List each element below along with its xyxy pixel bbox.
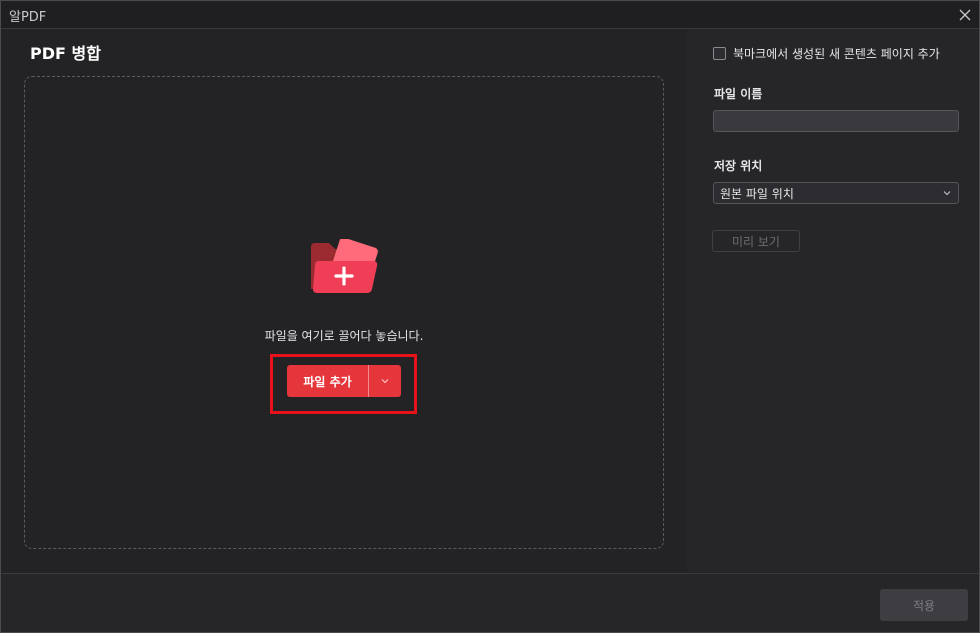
app-title: 알PDF: [9, 10, 47, 25]
preview-button[interactable]: 미리 보기: [712, 230, 800, 252]
bookmark-label: 북마크에서 생성된 새 콘텐츠 페이지 추가: [733, 47, 940, 61]
file-area: PDF 병합 파일을 여기로 끌어다 놓습니다. 파일 추가: [1, 29, 687, 573]
folder-add-icon: [311, 239, 378, 293]
close-icon: [959, 9, 971, 21]
options-panel: 북마크에서 생성된 새 콘텐츠 페이지 추가 파일 이름 저장 위치 원본 파일…: [687, 29, 979, 573]
chevron-down-icon: [943, 191, 951, 196]
bookmark-checkbox[interactable]: [713, 47, 726, 60]
chevron-down-icon: [381, 379, 389, 384]
save-location-label: 저장 위치: [714, 159, 763, 173]
add-file-dropdown-button[interactable]: [369, 365, 401, 397]
apply-button[interactable]: 적용: [880, 589, 968, 621]
save-location-value: 원본 파일 위치: [720, 186, 794, 201]
page-title: PDF 병합: [30, 44, 101, 63]
filename-input[interactable]: [713, 110, 959, 132]
file-drop-zone[interactable]: 파일을 여기로 끌어다 놓습니다. 파일 추가: [24, 76, 664, 549]
drop-instruction: 파일을 여기로 끌어다 놓습니다.: [264, 329, 424, 343]
filename-label: 파일 이름: [714, 87, 763, 101]
close-button[interactable]: [953, 3, 977, 27]
add-file-button[interactable]: 파일 추가: [287, 365, 368, 397]
title-bar: 알PDF: [1, 1, 979, 29]
footer-bar: 적용: [1, 573, 979, 632]
add-file-split-button: 파일 추가: [287, 365, 401, 397]
merge-pdf-window: 알PDF PDF 병합 파일을 여기로 끌어다 놓습니다. 파일 추가 북마크에…: [0, 0, 980, 633]
bookmark-option[interactable]: 북마크에서 생성된 새 콘텐츠 페이지 추가: [713, 45, 940, 62]
save-location-select[interactable]: 원본 파일 위치: [713, 182, 959, 204]
